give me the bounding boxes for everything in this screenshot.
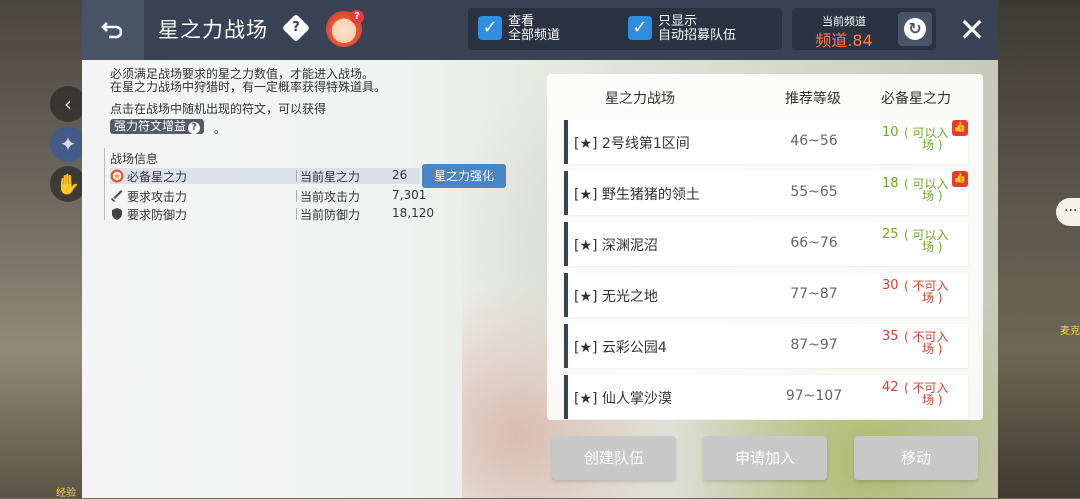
auto-recruit-only-checkbox[interactable]: ✓	[628, 16, 652, 40]
battlefield-row[interactable]: [★] 云彩公园4 87~97 35( 不可入场 )	[564, 324, 968, 368]
col-header-star: 必备星之力	[881, 91, 951, 107]
battlefield-name: [★] 深渊泥沼	[574, 238, 658, 254]
battlefield-name: [★] 野生猪猪的领土	[574, 187, 700, 203]
battlefield-list: 星之力战场 推荐等级 必备星之力 [★] 2号线第1区间 46~56 10( 可…	[547, 74, 983, 420]
auto-recruit-only-label: 只显示 自动招募队伍	[658, 14, 737, 43]
col-header-name: 星之力战场	[605, 91, 675, 107]
buff-help-icon: ?	[188, 122, 201, 134]
view-all-channels-checkbox[interactable]: ✓	[478, 16, 502, 40]
battlefield-name: [★] 2号线第1区间	[574, 136, 690, 152]
move-button[interactable]: 移动	[854, 436, 978, 480]
info-row-attack: 要求攻击力 当前攻击力 7,301	[110, 188, 426, 204]
desc-line-3: 点击在战场中随机出现的符文，可以获得	[110, 102, 327, 116]
title-bar: 星之力战场 ? ? ✓ 查看 全部频道 ✓ 只显示 自动招募队伍 当前频道 频道…	[82, 0, 998, 60]
view-all-channels-label: 查看 全部频道	[508, 14, 561, 43]
thumbs-up-icon: 👍	[952, 120, 968, 136]
star-force-dialog: 星之力战场 ? ? ✓ 查看 全部频道 ✓ 只显示 自动招募队伍 当前频道 频道…	[82, 0, 998, 498]
battlefield-row[interactable]: [★] 无光之地 77~87 30( 不可入场 )	[564, 273, 968, 317]
battlefield-level: 66~76	[790, 235, 838, 251]
apply-join-button[interactable]: 申请加入	[703, 436, 827, 480]
battlefield-level: 97~107	[785, 388, 843, 404]
battlefield-level: 87~97	[790, 337, 838, 353]
help-glyph: ?	[292, 20, 300, 35]
create-party-button[interactable]: 创建队伍	[552, 436, 676, 480]
battlefield-row[interactable]: [★] 仙人掌沙漠 97~107 42( 不可入场 )	[564, 375, 968, 419]
back-button[interactable]	[82, 0, 144, 60]
battlefield-row[interactable]: [★] 深渊泥沼 66~76 25( 可以入场 )	[564, 222, 968, 266]
shield-icon	[112, 208, 122, 220]
channel-value: 频道.84	[815, 31, 873, 50]
current-channel-box: 当前频道 频道.84 ↻	[792, 8, 936, 50]
help-diamond-icon[interactable]: ?	[281, 13, 311, 43]
close-button[interactable]: ✕	[952, 10, 992, 50]
mascot-badge: ?	[350, 10, 364, 24]
star-force-enhance-button[interactable]: 星之力强化	[422, 164, 506, 188]
battlefield-level: 46~56	[790, 133, 838, 149]
info-row-star-force: 必备星之力 当前星之力 26	[110, 168, 420, 184]
rune-buff-badge[interactable]: 强力符文增益?	[110, 119, 205, 134]
battlefield-name: [★] 云彩公园4	[574, 340, 667, 356]
battlefield-name: [★] 无光之地	[574, 289, 658, 305]
side-handshake-button[interactable]: ✋	[50, 166, 86, 202]
page-title: 星之力战场	[158, 18, 268, 42]
refresh-button[interactable]: ↻	[898, 12, 932, 46]
info-divider	[104, 148, 105, 220]
close-icon: ✕	[958, 11, 986, 49]
sword-icon	[111, 190, 123, 202]
background-game-right	[998, 0, 1080, 498]
thumbs-up-icon: 👍	[952, 171, 968, 187]
side-collapse-button[interactable]: ‹	[50, 86, 86, 122]
exp-tag: 经验	[56, 488, 76, 499]
battlefield-row[interactable]: [★] 野生猪猪的领土 55~65 18( 可以入场 ) 👍	[564, 171, 968, 215]
battlefield-name: [★] 仙人掌沙漠	[574, 391, 672, 407]
battlefield-level: 55~65	[790, 184, 838, 200]
background-game-left	[0, 0, 82, 498]
battlefield-row[interactable]: [★] 2号线第1区间 46~56 10( 可以入场 ) 👍	[564, 120, 968, 164]
npc-name-tag: 麦克	[1060, 326, 1080, 337]
desc-line-2: 在星之力战场中狩猎时，有一定概率获得特殊道具。	[110, 80, 387, 94]
battle-info-title: 战场信息	[110, 152, 159, 166]
battlefield-level: 77~87	[790, 286, 838, 302]
star-force-icon	[110, 169, 124, 183]
refresh-icon: ↻	[904, 18, 926, 40]
desc-period: 。	[214, 122, 227, 136]
npc-speech-bubble[interactable]: ···	[1056, 198, 1080, 226]
channel-filter-group: ✓ 查看 全部频道 ✓ 只显示 自动招募队伍	[468, 8, 782, 50]
col-header-level: 推荐等级	[785, 91, 841, 107]
back-arrow-icon	[101, 22, 123, 39]
info-row-defense: 要求防御力 当前防御力 18,120	[110, 206, 434, 222]
side-quest-button[interactable]: ✦	[50, 126, 86, 162]
